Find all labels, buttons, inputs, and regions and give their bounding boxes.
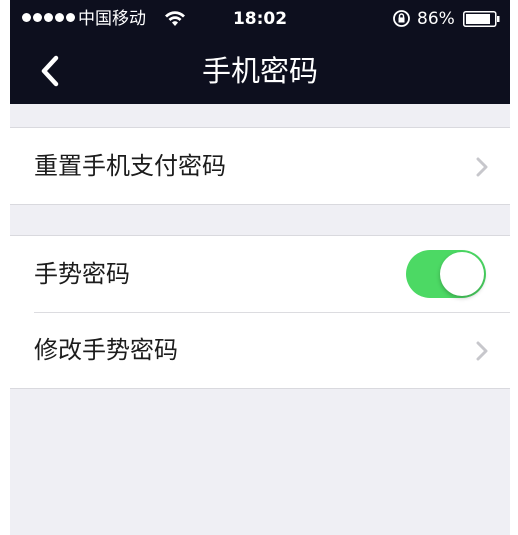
page-title: 手机密码 — [201, 54, 318, 88]
navigation-bar: 手机密码 — [10, 38, 510, 104]
list-group-payment: 重置手机支付密码 — [10, 127, 510, 205]
chevron-right-icon — [476, 157, 488, 177]
phone-screen: 中国移动 18:02 86% 手机密码 重置手机支付密码 手势密码 修改手势密码 — [10, 0, 510, 535]
battery-icon — [463, 11, 500, 27]
change-gesture-password-label: 修改手势密码 — [34, 336, 178, 364]
change-gesture-password-row[interactable]: 修改手势密码 — [10, 312, 510, 388]
battery-percent: 86% — [417, 9, 455, 29]
reset-payment-password-label: 重置手机支付密码 — [34, 152, 226, 180]
gesture-password-row: 手势密码 — [10, 236, 510, 312]
list-group-gesture: 手势密码 修改手势密码 — [10, 235, 510, 389]
status-bar: 中国移动 18:02 86% — [10, 0, 510, 38]
chevron-right-icon — [476, 341, 488, 361]
gesture-password-toggle[interactable] — [406, 250, 486, 298]
gesture-password-label: 手势密码 — [34, 260, 130, 288]
rotation-lock-icon — [393, 10, 410, 27]
reset-payment-password-row[interactable]: 重置手机支付密码 — [10, 128, 510, 204]
toggle-knob — [440, 252, 484, 296]
